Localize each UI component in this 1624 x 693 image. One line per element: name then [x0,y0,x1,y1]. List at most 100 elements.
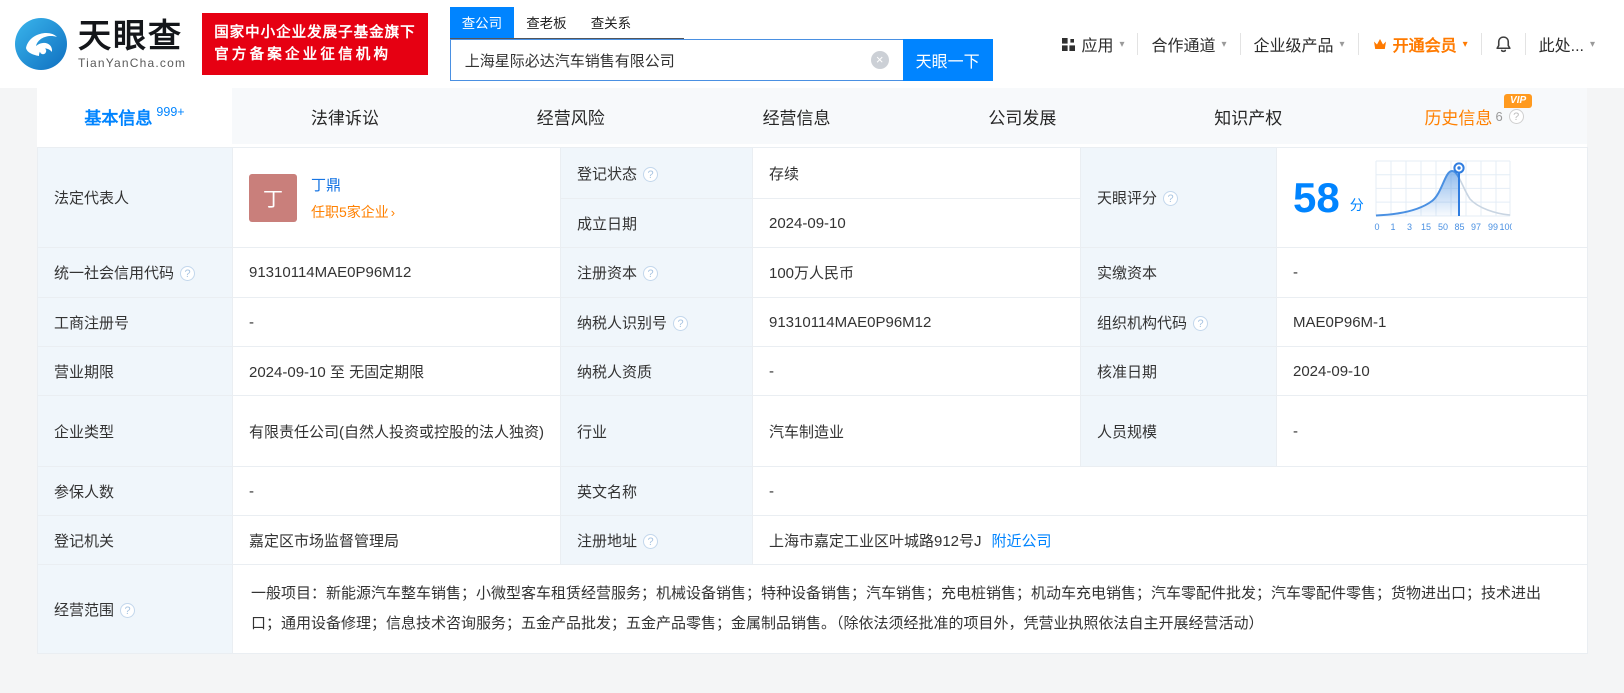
field-label-score: 天眼评分? [1080,147,1277,248]
taxpayer-id-label: 纳税人识别号 [577,314,668,332]
section-tabbar: 基本信息 999+ 法律诉讼 经营风险 经营信息 公司发展 知识产权 VIP 历… [37,88,1587,144]
legal-rep-companies-link[interactable]: 任职5家企业 › [311,202,395,222]
tab-history-label: 历史信息 [1424,108,1493,128]
tab-intellectual-property[interactable]: 知识产权 [1135,88,1361,144]
nav-cooperation[interactable]: 合作通道 ▾ [1137,33,1239,55]
field-label-business-term: 营业期限 [37,346,233,396]
help-icon[interactable]: ? [643,533,659,549]
reg-authority-value: 嘉定区市场监督管理局 [232,515,561,565]
field-label-org-code: 组织机构代码? [1080,297,1277,347]
tab-history-info[interactable]: VIP 历史信息 6 ? [1361,88,1587,144]
business-term-value: 2024-09-10 至 无固定期限 [232,346,561,396]
apps-grid-icon [1062,37,1076,51]
field-label-paid-capital: 实缴资本 [1080,247,1277,298]
field-label-reg-capital: 注册资本? [560,247,753,298]
nav-cooperation-label: 合作通道 [1151,38,1216,55]
field-label-company-type: 企业类型 [37,395,233,467]
field-label-english-name: 英文名称 [560,466,753,516]
business-scope-value: 一般项目：新能源汽车整车销售；小微型客车租赁经营服务；机械设备销售；特种设备销售… [232,564,1588,654]
business-reg-no-value: - [232,297,561,347]
staff-size-value: - [1276,395,1588,467]
field-label-credit-code: 统一社会信用代码? [37,247,233,298]
tab-company-development[interactable]: 公司发展 [909,88,1135,144]
nav-open-vip[interactable]: 开通会员 ▾ [1357,33,1481,55]
field-label-reg-status: 登记状态? [560,147,753,199]
help-icon[interactable]: ? [643,166,659,182]
help-icon[interactable]: ? [1193,315,1209,331]
field-label-taxpayer-id: 纳税人识别号? [560,297,753,347]
clear-search-icon[interactable]: × [870,51,889,69]
nav-apps[interactable]: 应用 ▾ [1048,33,1137,55]
search-tab-relation[interactable]: 查关系 [579,7,644,38]
main-area: 基本信息 999+ 法律诉讼 经营风险 经营信息 公司发展 知识产权 VIP 历… [0,88,1624,654]
chevron-down-icon: ▾ [1339,38,1345,50]
search-input[interactable] [449,39,903,81]
legal-rep-cell: 丁 丁鼎 任职5家企业 › [232,147,561,248]
search-tab-boss[interactable]: 查老板 [514,7,579,38]
nav-account[interactable]: 此处... ▾ [1524,33,1608,55]
tab-business-info[interactable]: 经营信息 [684,88,910,144]
search-tabs: 查公司 查老板 查关系 [449,7,684,39]
eye-logo-icon [15,18,67,70]
legal-rep-avatar[interactable]: 丁 [249,173,297,222]
field-label-legal-rep: 法定代表人 [37,147,233,248]
crown-icon [1373,39,1386,49]
chevron-down-icon: ▾ [1462,38,1468,50]
gov-badge-line1: 国家中小企业发展子基金旗下 [214,24,416,41]
tab-basic-count-badge: 999+ [156,105,185,119]
logo-title: 天眼查 [78,17,183,54]
bell-icon [1495,36,1511,53]
taxpayer-quality-value: - [752,346,1081,396]
search-area: 查公司 查老板 查关系 × 天眼一下 [449,7,993,81]
english-name-value: - [752,466,1588,516]
nav-vip-label: 开通会员 [1392,38,1457,55]
tab-development-label: 公司发展 [988,108,1057,128]
est-date-value: 2024-09-10 [752,198,1081,248]
tab-basic-info[interactable]: 基本信息 999+ [37,88,232,144]
field-label-business-scope: 经营范围? [37,564,233,654]
tab-operating-risk[interactable]: 经营风险 [458,88,684,144]
nav-enterprise-products[interactable]: 企业级产品 ▾ [1239,33,1358,55]
vip-badge: VIP [1504,94,1533,108]
field-label-business-reg-no: 工商注册号 [37,297,233,347]
svg-text:97: 97 [1471,222,1481,232]
legal-rep-name-link[interactable]: 丁鼎 [311,174,395,195]
tab-history-count: 6 [1495,108,1503,124]
help-icon[interactable]: ? [1163,191,1179,206]
approval-date-value: 2024-09-10 [1276,346,1588,396]
legal-rep-companies-label: 任职5家企业 [311,203,389,220]
score-value: 58 [1293,173,1340,221]
score-axis-ticks: 0 1 3 15 50 85 97 99 100 [1374,222,1512,232]
help-icon[interactable]: ? [643,266,659,281]
nav-account-label: 此处... [1538,38,1584,55]
chevron-down-icon: ▾ [1221,38,1227,50]
help-icon[interactable]: ? [1508,108,1524,124]
help-icon[interactable]: ? [120,602,136,618]
search-tab-company[interactable]: 查公司 [449,7,515,38]
gov-certification-badge: 国家中小企业发展子基金旗下 官方备案企业征信机构 [202,12,428,76]
search-button[interactable]: 天眼一下 [902,39,993,81]
score-cell[interactable]: 58 分 0 1 3 15 50 85 97 99 10 [1276,147,1588,248]
field-label-industry: 行业 [560,395,753,467]
credit-code-value: 91310114MAE0P96M12 [232,247,561,298]
nearby-companies-link[interactable]: 附近公司 [992,533,1052,550]
tianyancha-logo[interactable]: 天眼查 TianYanCha.com [12,15,186,73]
score-distribution-chart: 0 1 3 15 50 85 97 99 100 [1374,160,1512,232]
svg-text:3: 3 [1407,222,1412,232]
svg-text:99: 99 [1488,222,1498,232]
insured-count-value: - [232,466,561,516]
help-icon[interactable]: ? [673,315,689,331]
tab-basic-label: 基本信息 [84,108,153,128]
score-unit: 分 [1349,196,1364,213]
org-code-value: MAE0P96M-1 [1276,297,1588,347]
chevron-down-icon: ▾ [1589,38,1595,50]
tab-legal-litigation[interactable]: 法律诉讼 [232,88,458,144]
reg-capital-label: 注册资本 [577,265,638,282]
tab-risk-label: 经营风险 [536,108,605,128]
svg-text:50: 50 [1438,222,1448,232]
gov-badge-line2: 官方备案企业征信机构 [214,47,392,63]
tab-ip-label: 知识产权 [1214,108,1283,128]
credit-code-label: 统一社会信用代码 [54,265,175,282]
help-icon[interactable]: ? [180,266,196,281]
nav-notifications[interactable] [1480,33,1525,55]
